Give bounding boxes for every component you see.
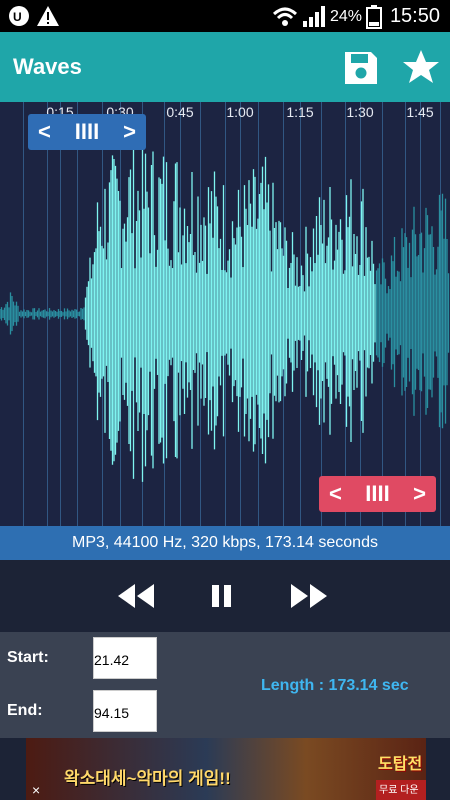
timeline-tick: 1:30 [346,104,374,120]
trim-panel: Start: 21.42 End: 94.15 Length : 173.14 … [0,632,450,738]
battery-icon [366,5,382,29]
app-title: Waves [13,54,82,79]
timeline-tick: 1:45 [406,104,434,120]
fast-forward-icon[interactable] [290,582,328,610]
battery-percent: 24% [329,8,362,25]
signal-icon [303,6,325,27]
waveform-editor[interactable]: 0:15 0:30 0:45 1:00 1:15 1:30 1:45 < IIII > < … [0,102,450,526]
warning-icon [37,6,59,26]
ad-download-badge: 무료 다운로드 [376,780,426,800]
wifi-icon [272,7,298,26]
rewind-icon[interactable] [117,582,155,610]
chevron-right-icon: > [123,119,136,144]
timeline-tick: 1:15 [286,104,314,120]
app-notification-icon: U [9,6,29,26]
save-icon[interactable] [343,50,379,86]
chevron-right-icon: > [413,481,426,506]
timeline-tick: 1:00 [226,104,254,120]
clock: 15:50 [389,5,440,27]
start-marker-handle[interactable]: < IIII > [28,114,146,150]
ad-banner[interactable]: 왁소대세~악마의 게임!! 도탑전 무료 다운로드 × [0,738,450,800]
start-label: Start: [7,649,49,666]
file-info: MP3, 44100 Hz, 320 kbps, 173.14 seconds [0,526,450,560]
start-time-field[interactable]: 21.42 [93,637,157,679]
ad-logo: 도탑전 [378,756,423,773]
grip-icon: IIII [74,119,100,144]
app-bar: Waves [0,32,450,102]
length-readout: Length : 173.14 sec [261,677,409,694]
waveform [0,137,450,482]
chevron-left-icon: < [38,119,51,144]
timeline-tick: 0:45 [166,104,194,120]
end-label: End: [7,702,43,719]
ad-image[interactable]: 왁소대세~악마의 게임!! 도탑전 무료 다운로드 × [26,738,426,800]
chevron-left-icon: < [329,481,342,506]
grip-icon: IIII [365,481,390,506]
close-icon[interactable]: × [32,782,40,798]
end-marker-handle[interactable]: < IIII > [319,476,436,512]
end-time-field[interactable]: 94.15 [93,690,157,732]
status-bar: U 24% 15:50 [0,0,450,32]
svg-text:U: U [13,10,22,24]
playback-controls [0,560,450,632]
star-icon[interactable] [402,48,440,86]
pause-icon[interactable] [210,582,234,610]
ad-headline: 왁소대세~악마의 게임!! [64,769,231,788]
